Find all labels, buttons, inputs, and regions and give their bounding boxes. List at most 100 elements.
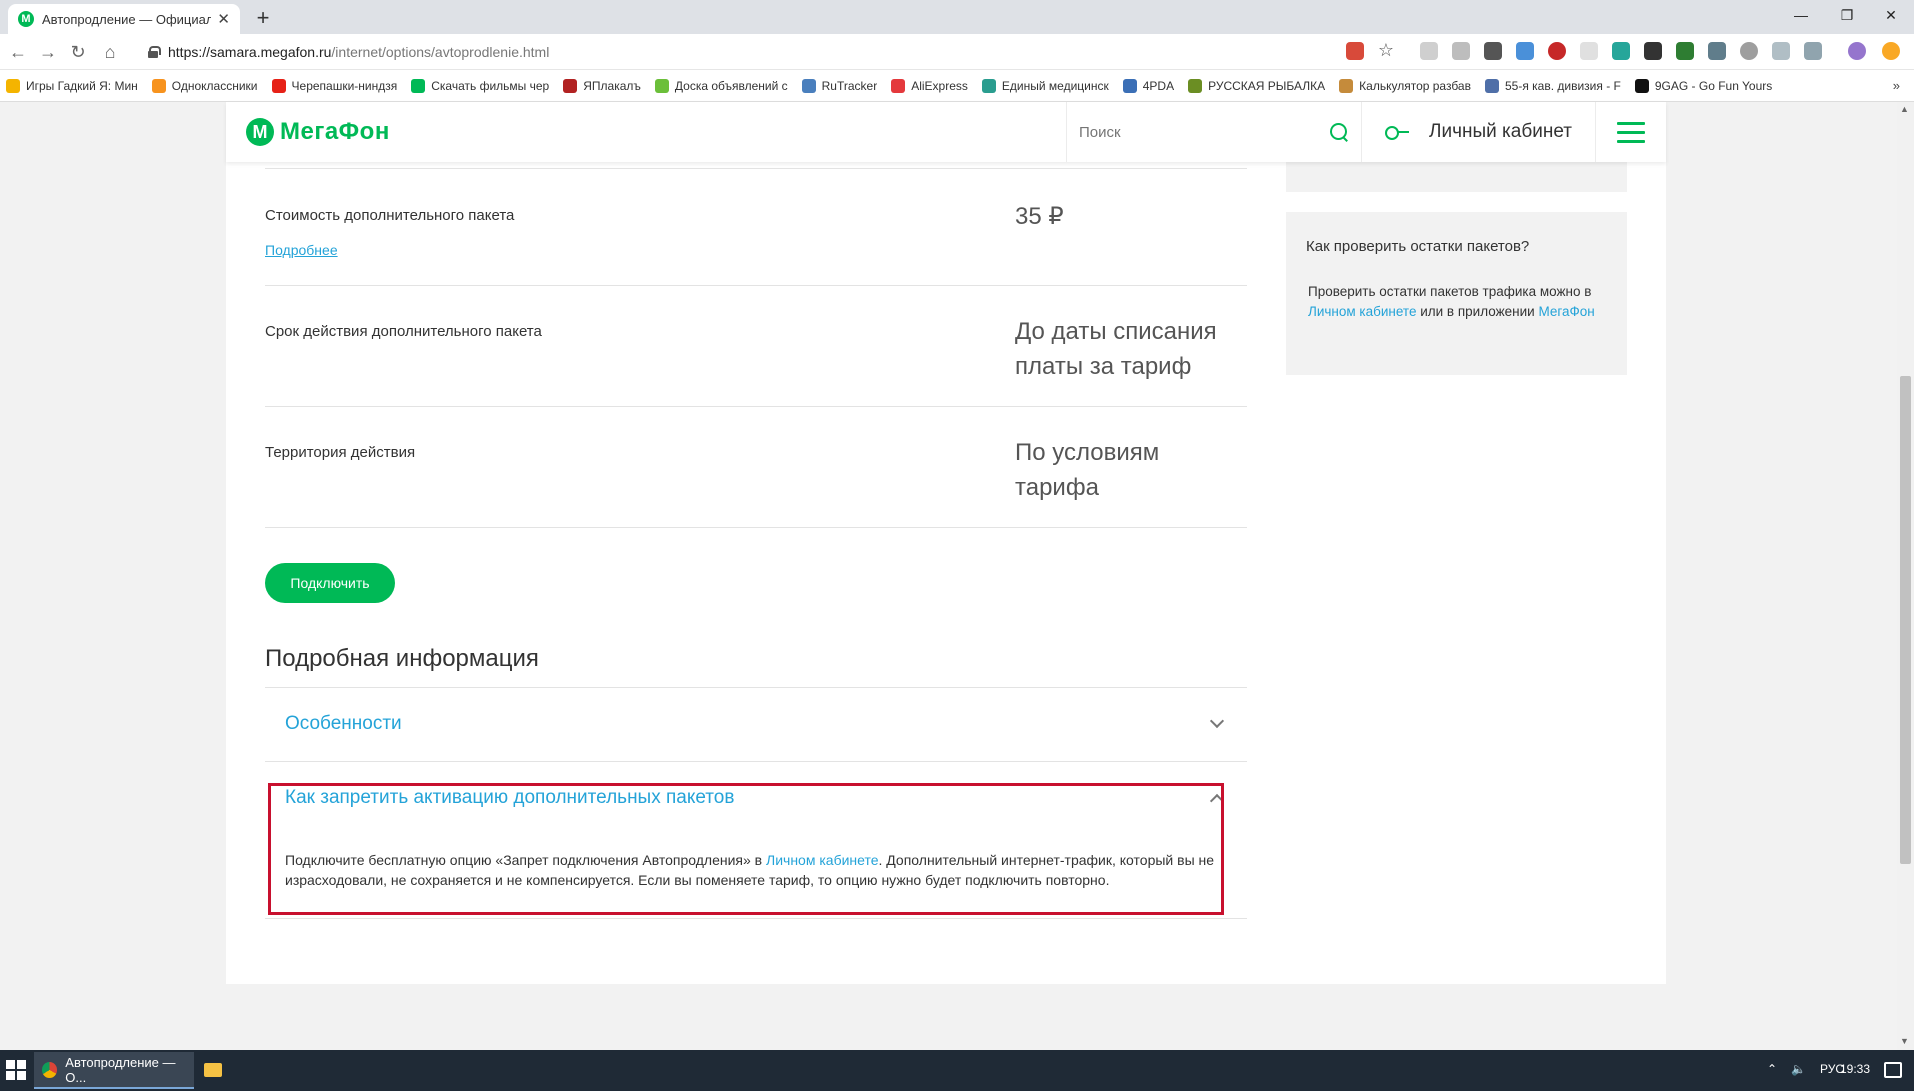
bookmark-label: Одноклассники [171, 78, 258, 93]
bookmark-item[interactable]: Игры Гадкий Я: Мин [6, 78, 138, 93]
extension-icon[interactable] [1420, 42, 1438, 60]
bookmark-item[interactable]: RuTracker [801, 78, 877, 93]
tab-title: Автопродление — Официальны [42, 11, 212, 27]
windows-start-icon[interactable] [6, 1060, 26, 1080]
card-text: Проверить остатки пакетов трафика можно … [1308, 282, 1608, 322]
bookmark-item[interactable]: РУССКАЯ РЫБАЛКА [1188, 78, 1325, 93]
bookmark-favicon-icon [801, 78, 816, 93]
bookmark-label: 4PDA [1142, 78, 1175, 93]
row-label: Территория действия [265, 444, 416, 461]
minimize-button[interactable]: — [1778, 0, 1824, 30]
bookmark-item[interactable]: 9GAG - Go Fun Yours [1634, 78, 1772, 93]
file-explorer-icon[interactable] [204, 1063, 222, 1077]
translate-icon[interactable] [1346, 42, 1364, 60]
table-row: Территория действия По условиям тарифа [265, 406, 1247, 527]
back-arrow-icon[interactable]: ← [6, 40, 30, 64]
profile-avatar-icon[interactable] [1848, 42, 1866, 60]
tab-close-icon[interactable]: ✕ [217, 10, 230, 28]
window-close-button[interactable]: ✕ [1868, 0, 1914, 30]
tray-chevron-icon[interactable]: ⌃ [1767, 1062, 1777, 1076]
personal-cabinet-button[interactable]: Личный кабинет [1362, 102, 1596, 162]
bookmark-label: Единый медицинск [1001, 78, 1109, 93]
adblock-icon[interactable] [1548, 42, 1566, 60]
extension-icon[interactable] [1676, 42, 1694, 60]
extension-icon[interactable] [1772, 42, 1790, 60]
bookmark-item[interactable]: AliExpress [891, 78, 968, 93]
bookmark-favicon-icon [1634, 78, 1649, 93]
volume-icon[interactable]: 🔈 [1791, 1062, 1806, 1076]
bookmark-label: Игры Гадкий Я: Мин [26, 78, 138, 93]
bookmark-item[interactable]: 55-я кав. дивизия - F [1484, 78, 1621, 93]
extension-icon[interactable] [1516, 42, 1534, 60]
address-bar[interactable]: https://samara.megafon.ru/internet/optio… [140, 38, 1420, 66]
bookmark-label: AliExpress [911, 78, 968, 93]
row-label: Стоимость дополнительного пакета [265, 207, 515, 224]
browser-tab-strip: М Автопродление — Официальны ✕ + — ❐ ✕ [0, 0, 1914, 34]
sidebar-card-bottom [1286, 162, 1627, 192]
bookmark-favicon-icon [891, 78, 906, 93]
more-details-link[interactable]: Подробнее [265, 242, 338, 258]
scroll-up-arrow-icon[interactable]: ▲ [1900, 104, 1909, 114]
bookmark-item[interactable]: Доска объявлений с [654, 78, 788, 93]
megafon-favicon-icon: М [18, 11, 34, 27]
personal-cabinet-link[interactable]: Личном кабинете [1308, 304, 1416, 319]
connect-button[interactable]: Подключить [265, 563, 395, 603]
bookmark-item[interactable]: Калькулятор разбав [1339, 78, 1471, 93]
system-tray: ⌃ 🔈 РУС [1767, 1062, 1844, 1076]
extension-icon[interactable] [1708, 42, 1726, 60]
new-tab-button[interactable]: + [250, 6, 276, 32]
row-label: Срок действия дополнительного пакета [265, 323, 542, 340]
url-host: https://samara.megafon.ru [168, 44, 332, 60]
scrollbar-thumb[interactable] [1900, 376, 1911, 864]
extension-icon[interactable] [1452, 42, 1470, 60]
bookmark-favicon-icon [411, 78, 426, 93]
card-text-part: или в приложении [1416, 304, 1539, 319]
notifications-icon[interactable] [1884, 1062, 1902, 1078]
bookmark-favicon-icon [1122, 78, 1137, 93]
extension-icon[interactable] [1644, 42, 1662, 60]
logo-text: МегаФон [280, 118, 390, 145]
extension-icon[interactable] [1580, 42, 1598, 60]
bookmark-item[interactable]: ЯПлакалъ [563, 78, 641, 93]
browser-tab-active[interactable]: М Автопродление — Официальны ✕ [8, 4, 240, 34]
bookmarks-bar: Игры Гадкий Я: Мин Одноклассники Черепашки… [0, 70, 1914, 102]
menu-alert-icon[interactable] [1882, 42, 1900, 60]
row-value: По условиям тарифа [1015, 439, 1160, 501]
extension-icon[interactable] [1740, 42, 1758, 60]
search-input[interactable] [1079, 123, 1329, 141]
bookmark-favicon-icon [1188, 78, 1203, 93]
windows-taskbar: Автопродление — О... ⌃ 🔈 РУС 19:33 [0, 1050, 1914, 1091]
bookmarks-more-icon[interactable]: » [1893, 78, 1900, 93]
taskbar-chrome-item[interactable]: Автопродление — О... [34, 1052, 194, 1089]
bookmark-star-icon[interactable]: ☆ [1377, 41, 1395, 60]
red-highlight-frame [268, 783, 1224, 915]
forward-arrow-icon[interactable]: → [36, 40, 60, 64]
extension-icon[interactable] [1612, 42, 1630, 60]
bookmark-item[interactable]: Скачать фильмы чер [411, 78, 549, 93]
bookmark-item[interactable]: 4PDA [1122, 78, 1175, 93]
taskbar-clock[interactable]: 19:33 [1840, 1062, 1870, 1076]
bookmark-favicon-icon [151, 78, 166, 93]
megafon-logo[interactable]: М МегаФон [226, 102, 1066, 162]
bookmark-item[interactable]: Единый медицинск [981, 78, 1109, 93]
extension-icon[interactable] [1804, 42, 1822, 60]
bookmark-item[interactable]: Одноклассники [151, 78, 258, 93]
home-icon[interactable]: ⌂ [98, 40, 122, 64]
accordion-features-header[interactable]: Особенности [285, 713, 402, 735]
extension-icon[interactable] [1484, 42, 1502, 60]
bookmark-item[interactable]: Черепашки-ниндзя [271, 78, 397, 93]
restore-button[interactable]: ❐ [1824, 0, 1870, 30]
taskbar-item-label: Автопродление — О... [65, 1054, 176, 1085]
bookmark-favicon-icon [981, 78, 996, 93]
hamburger-menu-icon[interactable] [1596, 102, 1666, 162]
bookmark-label: ЯПлакалъ [583, 78, 641, 93]
lock-icon [148, 46, 161, 58]
accordion-divider [265, 761, 1247, 762]
scroll-down-arrow-icon[interactable]: ▼ [1900, 1036, 1909, 1046]
accordion-divider [265, 687, 1247, 688]
search-icon[interactable] [1329, 122, 1349, 142]
reload-icon[interactable]: ↻ [66, 40, 90, 64]
megafon-app-link[interactable]: МегаФон [1538, 304, 1594, 319]
table-row: Стоимость дополнительного пакета Подробн… [265, 168, 1247, 285]
bookmark-favicon-icon [271, 78, 286, 93]
